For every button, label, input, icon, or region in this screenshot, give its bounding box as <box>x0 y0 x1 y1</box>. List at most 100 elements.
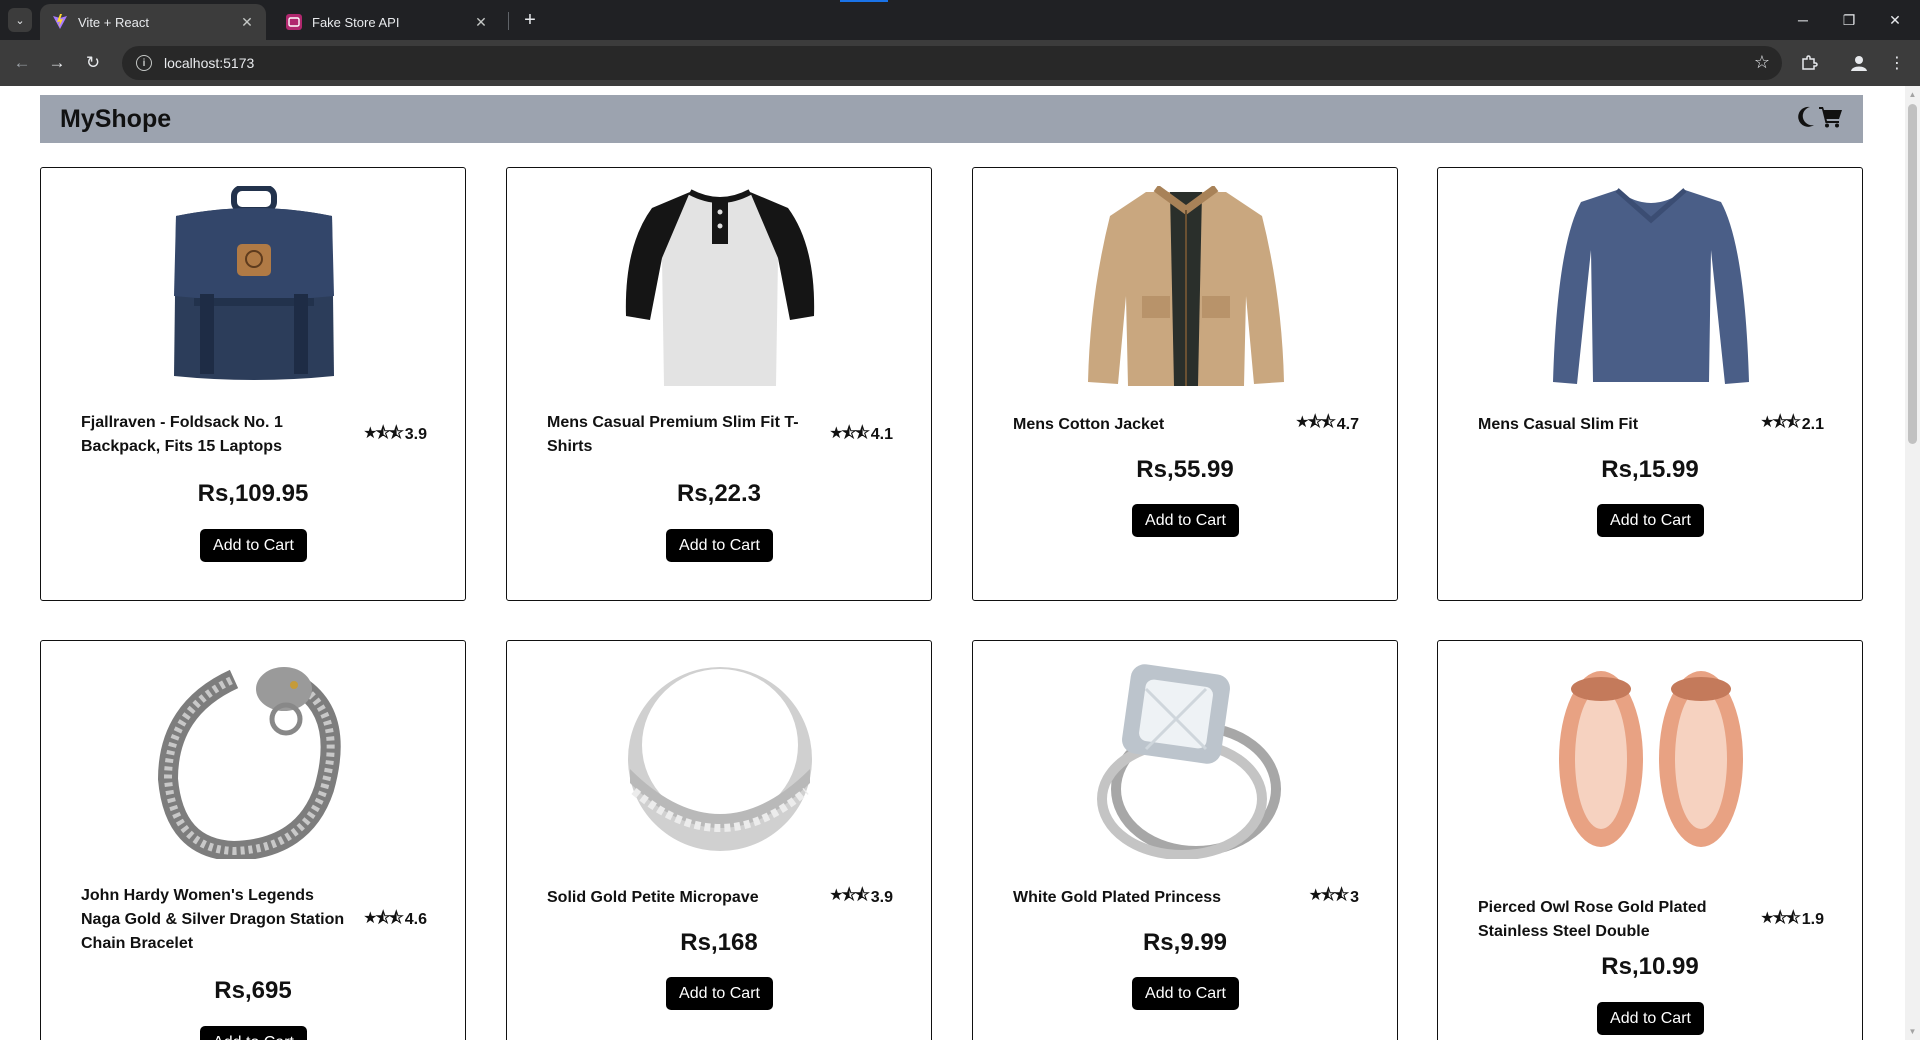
reload-icon: ↻ <box>85 53 101 72</box>
vite-icon <box>53 14 67 29</box>
rating-value: 1.9 <box>1801 911 1824 928</box>
product-image <box>625 189 815 386</box>
product-price: Rs,168 <box>680 929 758 956</box>
star-rating-icon: ★⯪⯪ <box>829 424 870 442</box>
product-title: Mens Cotton Jacket <box>1013 415 1165 433</box>
window-close-button[interactable]: ✕ <box>1872 0 1918 40</box>
product-rating: ★⯪⯪ 4.6 <box>363 907 427 934</box>
tab-title: Vite + React <box>78 14 149 30</box>
product-image <box>1553 188 1749 384</box>
tab-fake-store-api[interactable]: Fake Store API ✕ <box>274 4 500 40</box>
rating-value: 4.6 <box>404 911 427 928</box>
new-tab-button[interactable]: + <box>518 8 542 32</box>
add-to-cart-button[interactable]: Add to Cart <box>1597 504 1704 537</box>
tab-search-button[interactable]: ⌄ <box>8 8 32 32</box>
arrow-right-icon: → <box>48 53 66 72</box>
product-title: Pierced Owl Rose Gold Plated Stainless S… <box>1478 899 1707 940</box>
product-title: Solid Gold Petite Micropave <box>547 888 759 906</box>
product-price: Rs,109.95 <box>197 480 309 507</box>
scroll-down-icon[interactable]: ▼ <box>1908 1027 1917 1036</box>
product-image <box>1559 671 1743 847</box>
product-title: Mens Casual Slim Fit <box>1478 415 1639 433</box>
scrollbar-thumb[interactable] <box>1908 104 1917 444</box>
add-to-cart-button[interactable]: Add to Cart <box>1132 977 1239 1010</box>
product-card: Mens Casual Premium Slim Fit T-Shirts ★⯪… <box>506 167 932 601</box>
profile-button[interactable] <box>1846 50 1872 76</box>
product-image <box>1088 186 1284 386</box>
address-bar[interactable]: i localhost:5173 ☆ <box>122 46 1782 80</box>
product-rating: ★⯪⯪ 3 <box>1308 884 1359 911</box>
add-to-cart-button[interactable]: Add to Cart <box>1132 504 1239 537</box>
moon-icon[interactable] <box>1797 106 1815 133</box>
add-to-cart-button[interactable]: Add to Cart <box>666 529 773 562</box>
info-icon[interactable]: i <box>136 55 152 71</box>
tab-vite-react[interactable]: Vite + React ✕ <box>40 4 266 40</box>
product-price: Rs,15.99 <box>1601 456 1699 483</box>
page-scrollbar[interactable]: ▲ ▼ <box>1905 86 1920 1040</box>
extensions-button[interactable] <box>1796 50 1822 76</box>
star-rating-icon: ★⯪⯪ <box>1760 414 1801 431</box>
star-rating-icon: ★⯪⯪ <box>1308 887 1349 904</box>
browser-tabstrip: ⌄ Vite + React ✕ Fake Store API ✕ + ─ ❐ … <box>0 0 1920 40</box>
add-to-cart-button[interactable]: Add to Cart <box>666 977 773 1010</box>
cart-icon[interactable] <box>1819 106 1843 133</box>
product-title: Mens Casual Premium Slim Fit T-Shirts <box>547 414 799 455</box>
back-button[interactable]: ← <box>9 50 35 76</box>
product-rating: ★⯪⯪ 2.1 <box>1760 411 1824 438</box>
product-title: John Hardy Women's Legends Naga Gold & S… <box>81 887 345 952</box>
product-rating: ★⯪⯪ 4.7 <box>1295 411 1359 438</box>
rating-value: 4.7 <box>1336 415 1359 433</box>
page-viewport: MyShope Fjallraven - Foldsack No. 1 Back… <box>0 86 1920 1040</box>
star-rating-icon: ★⯪⯪ <box>829 887 870 904</box>
product-title: White Gold Plated Princess <box>1013 888 1222 906</box>
url-text: localhost:5173 <box>164 55 255 71</box>
product-image <box>1097 664 1281 859</box>
product-rating: ★⯪⯪ 3.9 <box>363 422 427 449</box>
forward-button[interactable]: → <box>44 50 70 76</box>
product-image <box>157 667 341 859</box>
star-rating-icon: ★⯪⯪ <box>363 424 404 442</box>
product-card: Pierced Owl Rose Gold Plated Stainless S… <box>1437 640 1863 1040</box>
browser-toolbar: ← → ↻ i localhost:5173 ☆ ⋮ <box>0 40 1920 86</box>
star-rating-icon: ★⯪⯪ <box>363 909 404 927</box>
product-price: Rs,695 <box>214 977 292 1004</box>
star-rating-icon: ★⯪⯪ <box>1760 909 1801 927</box>
product-card: White Gold Plated Princess ★⯪⯪ 3 Rs,9.99… <box>972 640 1398 1040</box>
product-title: Fjallraven - Foldsack No. 1 Backpack, Fi… <box>81 414 283 455</box>
product-card: John Hardy Women's Legends Naga Gold & S… <box>40 640 466 1040</box>
close-icon[interactable]: ✕ <box>472 13 490 31</box>
puzzle-icon <box>1802 55 1818 70</box>
product-card: Fjallraven - Foldsack No. 1 Backpack, Fi… <box>40 167 466 601</box>
rating-value: 3.9 <box>870 888 893 906</box>
product-card: Mens Cotton Jacket ★⯪⯪ 4.7 Rs,55.99 Add … <box>972 167 1398 601</box>
rating-value: 4.1 <box>870 426 893 443</box>
scroll-up-icon[interactable]: ▲ <box>1908 90 1917 99</box>
add-to-cart-button[interactable]: Add to Cart <box>200 529 307 562</box>
product-card: Solid Gold Petite Micropave ★⯪⯪ 3.9 Rs,1… <box>506 640 932 1040</box>
fakestore-icon <box>286 14 302 30</box>
product-rating: ★⯪⯪ 1.9 <box>1760 907 1824 934</box>
kebab-menu-icon: ⋮ <box>1889 55 1905 72</box>
product-image <box>628 667 812 851</box>
minimize-button[interactable]: ─ <box>1780 0 1826 40</box>
bookmark-star-icon[interactable]: ☆ <box>1754 52 1770 73</box>
close-icon[interactable]: ✕ <box>238 13 256 31</box>
product-price: Rs,9.99 <box>1142 929 1228 956</box>
restore-button[interactable]: ❐ <box>1826 0 1872 40</box>
product-price: Rs,10.99 <box>1601 953 1699 980</box>
product-card: Mens Casual Slim Fit ★⯪⯪ 2.1 Rs,15.99 Ad… <box>1437 167 1863 601</box>
star-rating-icon: ★⯪⯪ <box>1295 414 1336 431</box>
tab-divider <box>508 12 509 30</box>
menu-button[interactable]: ⋮ <box>1884 50 1910 76</box>
rating-value: 3.9 <box>404 426 427 443</box>
tab-title: Fake Store API <box>312 14 400 30</box>
loading-indicator <box>840 0 888 2</box>
profile-icon <box>1851 56 1867 71</box>
app-navbar: MyShope <box>40 95 1863 143</box>
rating-value: 2.1 <box>1801 415 1824 433</box>
add-to-cart-button[interactable]: Add to Cart <box>1597 1002 1704 1035</box>
brand-logo[interactable]: MyShope <box>60 105 171 134</box>
reload-button[interactable]: ↻ <box>80 50 106 76</box>
arrow-left-icon: ← <box>13 53 31 72</box>
add-to-cart-button[interactable]: Add to Cart <box>200 1026 307 1040</box>
